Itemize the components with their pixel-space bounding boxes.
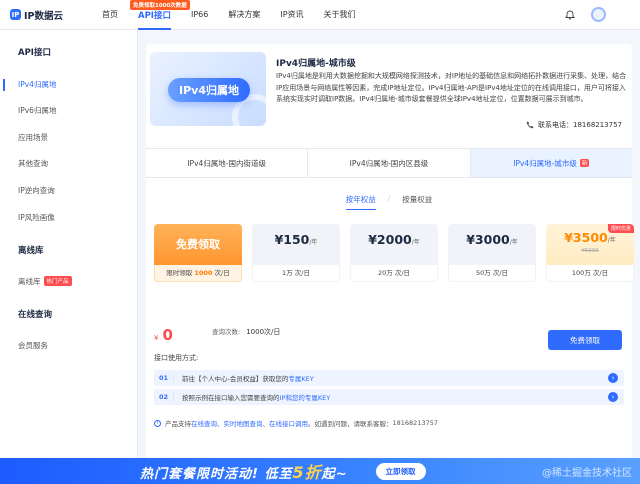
sidebar-item-ipv6[interactable]: IPv6归属地 [0,105,56,116]
nav-about[interactable]: 关于我们 [314,0,366,30]
chevron-right-icon[interactable]: › [608,392,618,402]
step-text: 按照示例在接口输入您需要查询的 [182,394,280,402]
sidebar-section-offline: 离线库 [18,246,44,256]
tier-tabs: IPv4归属地-国内街道级 IPv4归属地-国内区县级 IPv4归属地-城市级新 [146,148,632,178]
nav-ip66[interactable]: IP66 [181,0,218,30]
logo-text: IP数据云 [24,10,63,22]
new-badge: 新 [579,159,590,167]
chevron-right-icon[interactable]: › [608,373,618,383]
subtab-quantity[interactable]: 按量权益 [390,194,444,205]
contact-phone-label: 联系电话： [538,121,573,129]
package-price: ¥150/年 [274,232,318,247]
sidebar-item-other[interactable]: 其他查询 [0,158,48,169]
promo-claim-button[interactable]: 立即领取 [375,462,426,480]
banner-title: IPv4归属地 [168,78,250,102]
package-2000[interactable]: ¥2000/年 20万 次/日 [350,224,438,282]
nav-api-label: API接口 [138,10,171,21]
watermark: @稀土掘金技术社区 [542,467,632,479]
package-150[interactable]: ¥150/年 1万 次/日 [252,224,340,282]
contact-phone-number: 18168213757 [573,121,622,129]
sidebar-section-api: API接口 [18,48,51,58]
sidebar: API接口 IPv4归属地 IPv6归属地 应用场景 其他查询 IP逆向查询 I… [0,30,138,458]
info-icon: i [154,419,161,427]
usage-step[interactable]: 01 前往【个人中心-会员权益】获取您的 专属KEY › [154,370,624,386]
promo-text: 热门套餐限时活动! 低至5折起~ [140,463,348,482]
package-quota: 100万 次/日 [546,265,634,282]
subtab-yearly[interactable]: 按年权益 [334,194,388,210]
link-online-query[interactable]: 在线查询 [191,418,217,428]
nav-home[interactable]: 首页 [92,0,128,30]
package-quota: 1万 次/日 [252,265,340,282]
package-price: ¥3000/年 [466,232,518,247]
package-quota: 50万 次/日 [448,265,536,282]
package-free-quota: 限时领取 1000 次/日 [154,265,242,282]
main-content: IPv4归属地 IPv4归属地-城市级 IPv4归属地是利用大数据挖掘和大规模网… [138,30,640,462]
usage-step[interactable]: 02 按照示例在接口输入您需要查询的 IP和您的专属KEY › [154,389,624,405]
claim-button[interactable]: 免费领取 [548,330,622,350]
nav-solutions[interactable]: 解决方案 [218,0,270,30]
bell-icon[interactable] [565,10,575,20]
product-title: IPv4归属地-城市级 [276,59,356,69]
nav-news[interactable]: IP资讯 [270,0,313,30]
product-description: IPv4归属地是利用大数据挖掘和大规模网络探测技术，对IP地址的基础信息和网络拓… [276,72,627,103]
usage-steps: 01 前往【个人中心-会员权益】获取您的 专属KEY › 02 按照示例在接口输入… [154,370,624,408]
sidebar-item-reverse[interactable]: IP逆向查询 [0,185,55,196]
billing-subtabs: 按年权益 / 按量权益 [146,194,632,210]
package-free-label: 免费领取 [176,238,220,251]
tab-county-level[interactable]: IPv4归属地-国内区县级 [308,149,471,177]
nav-right [565,7,606,22]
main-menu: 首页 免费领取1000次数据 API接口 IP66 解决方案 IP资讯 关于我们 [92,0,366,30]
sidebar-item-offline[interactable]: 离线库 热门产品 [0,276,72,287]
step-link[interactable]: IP和您的专属KEY [280,392,331,402]
package-original-price: ¥5000 [581,248,599,254]
tab-city-level[interactable]: IPv4归属地-城市级新 [470,149,632,177]
logo[interactable]: IP IP数据云 [10,8,92,22]
link-map-query[interactable]: 实时地图查询 [224,418,263,428]
package-3000[interactable]: ¥3000/年 50万 次/日 [448,224,536,282]
nav-api[interactable]: 免费领取1000次数据 API接口 [128,0,190,30]
sidebar-item-offline-label: 离线库 [18,277,41,286]
promo-banner[interactable]: 热门套餐限时活动! 低至5折起~ 立即领取 @稀土掘金技术社区 [0,458,640,484]
sidebar-item-risk[interactable]: IP风险画像 [0,212,55,223]
package-price: ¥3500/年 [564,230,616,245]
tab-street-level[interactable]: IPv4归属地-国内街道级 [146,149,309,177]
support-note: i 产品支持 在线查询、 实时地图查询、 在线接口调用 。如遇到问题，请联系客服… [154,418,438,428]
package-free[interactable]: 免费领取 限时领取 1000 次/日 [154,224,242,282]
support-phone: 18168213757 [392,419,439,427]
step-number: 01 [154,374,174,382]
top-nav: IP IP数据云 首页 免费领取1000次数据 API接口 IP66 解决方案 … [0,0,640,30]
usage-label: 接口使用方式: [154,354,199,362]
step-link[interactable]: 专属KEY [288,373,313,383]
link-api-call[interactable]: 在线接口调用 [269,418,308,428]
phone-icon [526,121,534,129]
product-card: IPv4归属地 IPv4归属地-城市级 IPv4归属地是利用大数据挖掘和大规模网… [146,44,634,462]
tab-city-level-label: IPv4归属地-城市级 [513,158,577,168]
step-number: 02 [154,393,174,401]
package-list: 免费领取 限时领取 1000 次/日 ¥150/年 1万 次/日 ¥2000/年… [154,224,640,282]
query-count: 查询次数: 1000次/日 [212,328,281,336]
package-3500[interactable]: 限时优惠 ¥3500/年 ¥5000 100万 次/日 [546,224,634,282]
sidebar-item-ipv4[interactable]: IPv4归属地 [0,79,56,91]
contact-phone: 联系电话： 18168213757 [526,120,622,130]
sidebar-item-scenes[interactable]: 应用场景 [0,132,48,143]
sidebar-section-online: 在线查询 [18,310,53,320]
step-text: 前往【个人中心-会员权益】获取您的 [182,375,289,383]
hot-badge: 热门产品 [43,276,72,286]
package-price: ¥2000/年 [368,232,420,247]
sidebar-item-member[interactable]: 会员服务 [0,340,48,351]
logo-mark: IP [10,9,21,20]
product-banner: IPv4归属地 [150,52,266,126]
order-total: ¥0 [154,326,173,344]
avatar[interactable] [591,7,606,22]
package-quota: 20万 次/日 [350,265,438,282]
